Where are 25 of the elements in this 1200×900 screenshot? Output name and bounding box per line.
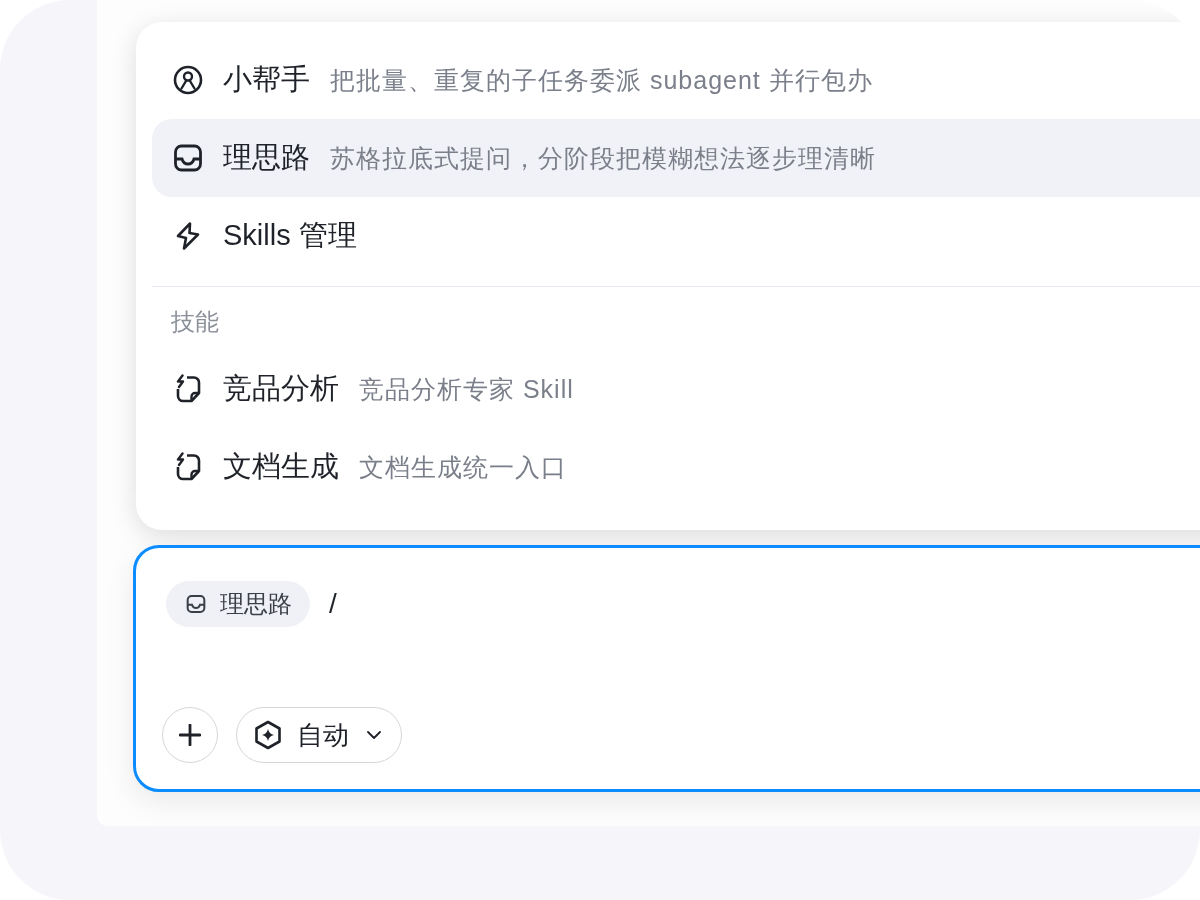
item-title: 小帮手 <box>223 62 310 97</box>
item-description: 苏格拉底式提问，分阶段把模糊想法逐步理清晰 <box>330 142 876 174</box>
plus-icon <box>179 724 201 746</box>
menu-item[interactable]: 文档生成 文档生成统一入口 <box>152 428 1200 506</box>
menu-item[interactable]: Skills 管理 <box>152 197 1200 275</box>
item-title: 文档生成 <box>223 449 339 484</box>
mode-chip[interactable]: 理思路 <box>166 581 310 627</box>
person-circle-icon <box>173 65 203 95</box>
mode-dropdown[interactable]: 自动 <box>236 707 402 763</box>
menu-item[interactable]: 理思路 苏格拉底式提问，分阶段把模糊想法逐步理清晰 <box>152 119 1200 197</box>
menu-item[interactable]: 竞品分析 竞品分析专家 Skill <box>152 350 1200 428</box>
tray-icon <box>186 594 206 614</box>
item-description: 把批量、重复的子任务委派 subagent 并行包办 <box>330 64 873 96</box>
item-title: 理思路 <box>223 140 310 175</box>
item-description: 竞品分析专家 Skill <box>359 373 574 405</box>
message-input[interactable]: / <box>329 581 1200 627</box>
chevron-down-icon <box>367 731 381 739</box>
hexagon-sparkle-icon <box>253 720 283 750</box>
item-description: 文档生成统一入口 <box>359 451 567 483</box>
item-title: 竞品分析 <box>223 371 339 406</box>
add-button[interactable] <box>162 707 218 763</box>
section-heading: 技能 <box>171 307 219 337</box>
item-title: Skills 管理 <box>223 218 357 253</box>
menu-item[interactable]: 小帮手 把批量、重复的子任务委派 subagent 并行包办 <box>152 41 1200 119</box>
tray-icon <box>173 143 203 173</box>
